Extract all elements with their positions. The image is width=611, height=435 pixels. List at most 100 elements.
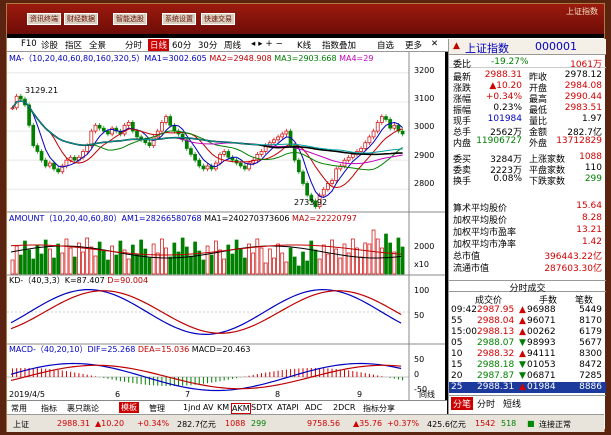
toolbar-60min[interactable]: 60分	[172, 39, 191, 51]
close-icon[interactable]: ✕	[431, 39, 438, 49]
indicator-tab[interactable]: 常用	[11, 403, 27, 414]
volume-bar	[81, 251, 85, 275]
tick-row: 25 2988.31 ▲ 01984 8886	[449, 382, 606, 393]
status-chg: ▲10.20	[95, 419, 125, 428]
volume-bar	[330, 239, 334, 275]
volume-bar	[160, 238, 164, 275]
ticks-tab[interactable]: 分时	[477, 397, 495, 410]
volume-bar	[209, 254, 214, 275]
y-tick: 3000	[414, 122, 435, 131]
volume-bar	[247, 243, 251, 275]
volume-bar	[396, 237, 401, 275]
volume-bar	[309, 240, 314, 275]
menu-button-3[interactable]: 系统设置	[162, 13, 196, 25]
volume-bar	[276, 243, 280, 275]
candle	[18, 95, 23, 100]
indicator-tab[interactable]: 2DCR	[333, 403, 355, 412]
menu-button-1[interactable]: 财经数据	[64, 13, 98, 25]
quote-row: 加权平均市净率 1.42	[453, 237, 602, 250]
ticks-tab[interactable]: 分笔	[451, 397, 474, 410]
toolbar-daily[interactable]: 日线	[148, 39, 170, 51]
candle	[197, 159, 202, 167]
menu-button-2[interactable]: 智能选股	[113, 13, 147, 25]
quote-row: 现手 101984 量比 1.97	[453, 114, 602, 127]
quote-panel: ▲ 上证指数 000001 委比 -19.27% 1061万 最新 2988.31…	[448, 39, 606, 429]
volume-bar	[176, 251, 181, 275]
volume-bar	[64, 238, 69, 275]
menu-button-0[interactable]: 资讯终端	[27, 13, 61, 25]
volume-bar	[305, 260, 309, 275]
indicator-tab[interactable]: ATAPI	[277, 403, 299, 412]
volume-bar	[326, 253, 330, 275]
toolbar-f10[interactable]: F10	[21, 39, 37, 49]
high-label: 3129.21	[25, 86, 59, 95]
price-chart	[7, 72, 409, 210]
volume-bar	[263, 262, 268, 275]
candle	[205, 165, 210, 170]
candle	[334, 168, 339, 181]
candle	[72, 156, 77, 161]
up-arrow-icon: ▲	[453, 41, 460, 51]
candle	[255, 154, 260, 161]
y-tick: 2800	[414, 179, 435, 188]
candle	[56, 168, 61, 173]
tick-row: 15 2988.18 ▼ 01053 8472	[451, 360, 602, 370]
indicator-tab[interactable]: ADC	[305, 403, 322, 412]
candle	[350, 154, 355, 158]
toolbar-overlay[interactable]: 指数叠加	[322, 39, 356, 51]
volume-bar	[164, 247, 168, 275]
candle	[276, 136, 280, 141]
candle	[371, 130, 376, 138]
toolbar-diagnose[interactable]: 诊股	[41, 39, 58, 51]
toolbar-weekly[interactable]: 周线	[224, 39, 241, 51]
candle	[359, 148, 363, 152]
volume-bar	[205, 245, 210, 275]
candle	[363, 142, 368, 149]
volume-bar	[384, 233, 388, 275]
indicator-tab[interactable]: AV	[203, 403, 213, 412]
indicator-tab[interactable]: KM	[217, 403, 229, 412]
candle	[284, 130, 289, 135]
indicator-tab[interactable]: 指标分享	[363, 403, 395, 414]
toolbar-watchlist[interactable]: 自选	[377, 39, 394, 51]
indicator-tab[interactable]: SDTX	[251, 403, 273, 412]
quote-row: 委卖 2223万 平盘家数 110	[453, 163, 602, 176]
volume-bar	[321, 244, 326, 275]
indicator-tab[interactable]: 裹只跳论	[67, 403, 99, 414]
candle	[367, 136, 372, 144]
volume-bar	[214, 240, 218, 275]
indicator-tab[interactable]: 管理	[149, 403, 165, 414]
indicator-tab[interactable]: 指标	[41, 403, 57, 414]
indicator-tab[interactable]: 1jnd	[183, 403, 200, 412]
volume-bar	[189, 255, 193, 275]
volume-bar	[301, 251, 305, 275]
volume-bar	[400, 246, 405, 275]
toolbar-kline[interactable]: K线	[297, 39, 311, 51]
toolbar-nav-icons[interactable]: ◂▸+−	[251, 39, 286, 49]
toolbar-panorama[interactable]: 全景	[89, 39, 106, 51]
connection-icon: ■	[527, 419, 535, 428]
candle	[43, 159, 48, 167]
toolbar-intraday[interactable]: 分时	[125, 39, 142, 51]
low-label: 2733.92	[294, 198, 328, 207]
volume-bar	[60, 252, 65, 275]
chart-panel[interactable]: MA-（10,20,40,60,80,160,320,5）MA1=3002.60…	[7, 52, 445, 400]
toolbar-more[interactable]: 更多	[405, 39, 422, 51]
ticks-tab[interactable]: 短线	[503, 397, 521, 410]
macd-chart	[7, 362, 409, 392]
x-label: 7	[185, 390, 191, 399]
volume-bar	[89, 246, 94, 275]
candle	[272, 139, 276, 144]
indicator-tab[interactable]: 模板	[119, 402, 139, 413]
menu-button-4[interactable]: 快速交易	[201, 13, 235, 25]
volume-bar	[359, 256, 363, 275]
toolbar-30min[interactable]: 30分	[198, 39, 217, 51]
volume-bar	[363, 242, 368, 275]
volume-bar	[259, 247, 264, 275]
volume-bar	[355, 247, 359, 275]
toolbar-index[interactable]: 指区	[65, 39, 82, 51]
tick-row: 05 2988.07 ▼ 98993 5677	[451, 338, 602, 348]
kd-tick: 50	[414, 311, 425, 320]
indicator-tab[interactable]: AKM	[231, 403, 251, 414]
candle	[243, 165, 247, 170]
